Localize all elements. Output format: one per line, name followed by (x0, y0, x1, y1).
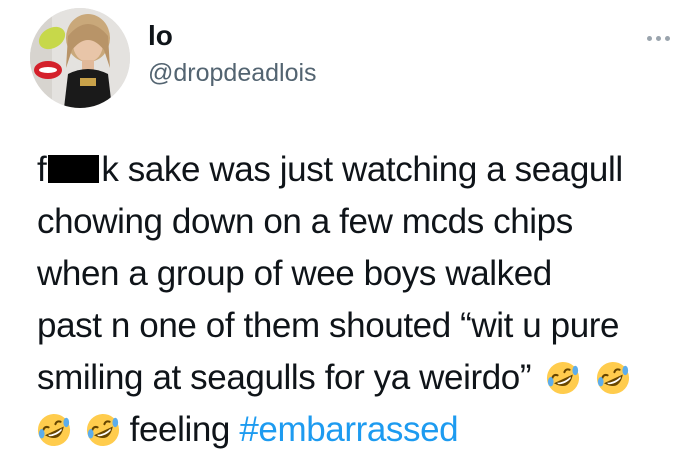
tweet-line: past n one of them shouted “wit u pure (37, 306, 620, 345)
tweet: lo @dropdeadlois fk sake was just watchi… (0, 0, 700, 470)
tweet-line: when a group of wee boys walked (37, 254, 552, 293)
tweet-line: feeling #embarrassed (37, 404, 687, 456)
tweet-text: fk sake was just watching a seagull chow… (37, 144, 687, 456)
rolling-on-the-floor-laughing-emoji (37, 413, 71, 447)
tweet-line: fk sake was just watching a seagull (37, 150, 623, 189)
display-name[interactable]: lo (148, 20, 173, 52)
profile-photo (30, 8, 130, 108)
rolling-on-the-floor-laughing-emoji (87, 413, 120, 447)
tweet-line: chowing down on a few mcds chips (37, 202, 573, 241)
avatar[interactable] (30, 8, 130, 108)
user-handle[interactable]: @dropdeadlois (148, 58, 317, 88)
tweet-line: smiling at seagulls for ya weirdo” (37, 352, 687, 404)
censor-bar (48, 155, 100, 183)
hashtag-link[interactable]: #embarrassed (239, 410, 458, 449)
more-horizontal-icon (646, 35, 670, 41)
rolling-on-the-floor-laughing-emoji (547, 361, 580, 395)
rolling-on-the-floor-laughing-emoji (596, 361, 629, 395)
more-options-button[interactable] (636, 28, 680, 48)
